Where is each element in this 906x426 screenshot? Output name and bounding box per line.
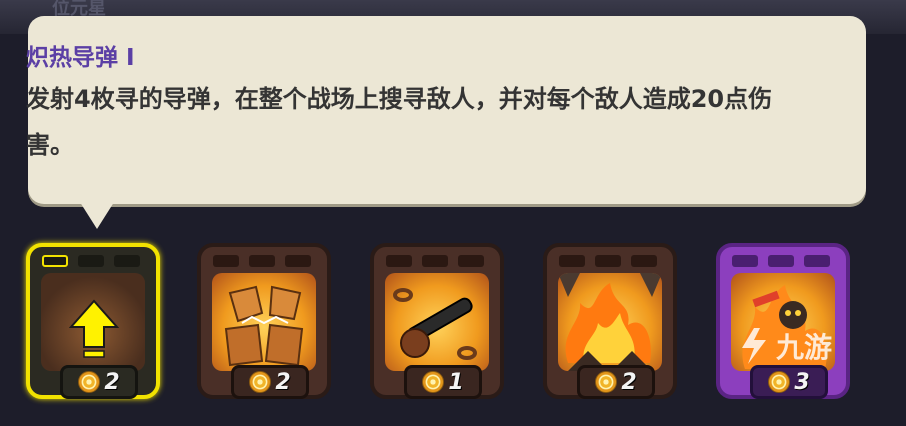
card-art [41, 273, 145, 371]
level-slot [595, 255, 621, 267]
level-slot [631, 255, 657, 267]
level-slots [559, 255, 657, 267]
watermark-logo-icon [742, 328, 766, 364]
level-slots [213, 255, 311, 267]
level-slots [42, 255, 140, 267]
coin-icon [595, 371, 618, 393]
level-slot [559, 255, 585, 267]
level-slot [213, 255, 239, 267]
chain-fist-icon [393, 288, 477, 360]
upgrade-card-rock[interactable]: 2 [197, 243, 331, 399]
level-slot [114, 255, 140, 267]
tooltip-pointer [78, 199, 116, 229]
level-slot [249, 255, 275, 267]
fire-icon [558, 273, 662, 371]
cost-badge: 2 [231, 365, 309, 399]
tooltip-title: 炽热导弹 I [26, 45, 135, 71]
upgrade-card-missile[interactable]: 2 [26, 243, 160, 399]
level-slot [386, 255, 412, 267]
cost-value: 2 [621, 369, 637, 395]
cost-badge: 2 [60, 365, 138, 399]
level-slot [804, 255, 830, 267]
upgrade-card-fire[interactable]: 2 [543, 243, 677, 399]
level-slot [78, 255, 104, 267]
cost-badge: 2 [577, 365, 655, 399]
cost-badge: 3 [750, 365, 828, 399]
coin-icon [768, 371, 791, 393]
coin-icon [249, 371, 272, 393]
level-slot [458, 255, 484, 267]
cost-badge: 1 [404, 365, 482, 399]
rock-fists-icon [224, 285, 304, 367]
cost-value: 1 [448, 369, 464, 395]
cost-value: 2 [104, 369, 120, 395]
card-art [385, 273, 489, 371]
level-slot [42, 255, 68, 267]
upgrade-card-special[interactable]: 3 [716, 243, 850, 399]
coin-icon [78, 371, 101, 393]
watermark-text: 九游 [776, 331, 833, 364]
level-slot [768, 255, 794, 267]
watermark: 九游 [736, 326, 832, 366]
level-slots [732, 255, 830, 267]
level-slot [422, 255, 448, 267]
level-slot [285, 255, 311, 267]
upgrade-card-chain[interactable]: 1 [370, 243, 504, 399]
cost-value: 3 [794, 369, 810, 395]
tooltip-description: 发射4枚寻的导弹，在整个战场上搜寻敌人，并对每个敌人造成20点伤害。 [26, 85, 773, 159]
level-slot [732, 255, 758, 267]
card-art [212, 273, 316, 371]
card-art [558, 273, 662, 371]
upgrade-arrow-icon [69, 299, 119, 358]
coin-icon [422, 371, 445, 393]
level-slots [386, 255, 484, 267]
cost-value: 2 [275, 369, 291, 395]
